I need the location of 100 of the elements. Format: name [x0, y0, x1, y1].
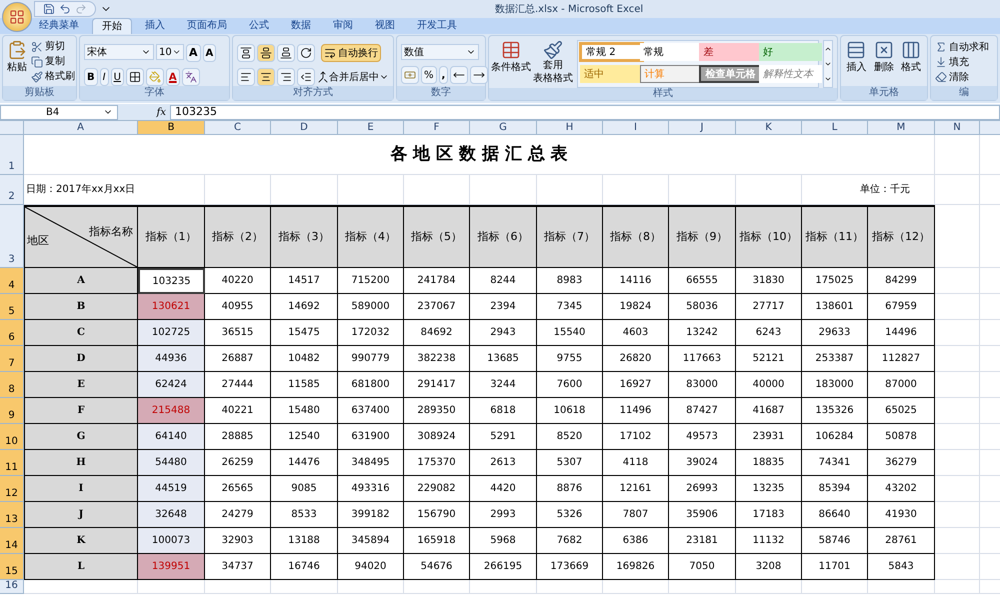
underline-button[interactable]: U — [110, 68, 124, 86]
row-number[interactable]: 10 — [0, 424, 24, 450]
table-cell: 32903 — [205, 528, 271, 554]
row-number[interactable]: 15 — [0, 554, 24, 580]
ribbon-tab[interactable]: 经典菜单 — [30, 18, 88, 34]
column-header[interactable]: D — [271, 121, 338, 135]
border-grid-icon — [128, 71, 141, 83]
decrease-indent-button[interactable] — [297, 68, 316, 86]
row-number[interactable]: 7 — [0, 346, 24, 372]
editing-item[interactable]: 清除 — [934, 70, 989, 84]
align-center-button[interactable] — [257, 68, 276, 86]
ribbon-tab[interactable]: 开始 — [92, 18, 132, 34]
table-cell: 28885 — [205, 424, 271, 450]
font-name-field[interactable]: 宋体 — [84, 44, 154, 60]
align-bottom-button[interactable] — [277, 44, 296, 62]
font-color-button[interactable]: A — [166, 68, 180, 86]
shrink-font-button[interactable]: A — [202, 44, 216, 62]
row-number[interactable]: 12 — [0, 476, 24, 502]
row-number[interactable]: 5 — [0, 294, 24, 320]
ribbon-tab[interactable]: 插入 — [136, 18, 174, 34]
phonetic-button[interactable] — [182, 68, 200, 86]
cell-style-swatch[interactable]: 好 — [759, 43, 822, 61]
cells-button[interactable]: 插入 — [844, 40, 868, 86]
region-cell: H — [24, 450, 138, 476]
ribbon-tab[interactable]: 开发工具 — [408, 18, 466, 34]
grow-font-button[interactable]: A — [186, 44, 201, 62]
font-size-field[interactable]: 10 — [156, 44, 184, 60]
formula-field[interactable]: 103235 — [170, 104, 1000, 120]
increase-decimal-button[interactable] — [450, 66, 468, 84]
save-button[interactable] — [43, 3, 55, 15]
row-number[interactable]: 2 — [0, 175, 24, 205]
undo-button[interactable] — [59, 3, 71, 15]
row-number[interactable]: 9 — [0, 398, 24, 424]
table-format-button[interactable]: 套用 表格格式 — [533, 40, 574, 88]
column-header[interactable]: M — [868, 121, 935, 135]
office-button[interactable] — [2, 2, 32, 32]
column-header[interactable]: A — [24, 121, 138, 135]
region-cell: C — [24, 320, 138, 346]
row-number[interactable]: 4 — [0, 268, 24, 294]
row-number[interactable]: 14 — [0, 528, 24, 554]
cell-style-swatch[interactable]: 解释性文本 — [759, 65, 822, 83]
ribbon-tab[interactable]: 数据 — [282, 18, 320, 34]
cells-button[interactable]: 删除 — [872, 40, 896, 86]
row-number[interactable]: 1 — [0, 135, 24, 175]
cell-style-swatch[interactable]: 常规 2 — [580, 43, 644, 61]
editing-item[interactable]: 自动求和 — [934, 40, 989, 54]
orientation-button[interactable] — [297, 44, 316, 62]
table-cell: 13188 — [271, 528, 338, 554]
comma-button[interactable]: , — [438, 66, 448, 84]
table-cell: 9085 — [271, 476, 338, 502]
ribbon-tab[interactable]: 审阅 — [324, 18, 362, 34]
align-middle-button[interactable] — [257, 44, 276, 62]
merge-center-button[interactable]: 合并后居中 — [317, 68, 390, 86]
align-right-button[interactable] — [277, 68, 296, 86]
column-header[interactable]: G — [470, 121, 537, 135]
row-number[interactable]: 8 — [0, 372, 24, 398]
clipboard-item[interactable]: 复制 — [31, 55, 75, 69]
table-cell: 52121 — [736, 346, 802, 372]
ribbon-tab[interactable]: 视图 — [366, 18, 404, 34]
column-header[interactable]: N — [935, 121, 980, 135]
column-header[interactable]: B — [138, 121, 205, 135]
ribbon-tab[interactable]: 页面布局 — [178, 18, 236, 34]
fx-label[interactable]: fx — [156, 104, 166, 120]
row-number[interactable]: 3 — [0, 205, 24, 268]
border-button[interactable] — [126, 68, 144, 86]
row-number[interactable]: 6 — [0, 320, 24, 346]
paste-button[interactable]: 粘贴 — [7, 40, 27, 86]
column-header[interactable]: K — [736, 121, 802, 135]
column-header[interactable]: H — [537, 121, 603, 135]
name-box[interactable]: B4 — [0, 104, 118, 120]
editing-item[interactable]: 填充 — [934, 55, 989, 69]
fill-color-button[interactable] — [146, 68, 164, 86]
clipboard-item[interactable]: 剪切 — [31, 40, 75, 54]
ribbon-tab[interactable]: 公式 — [240, 18, 278, 34]
decrease-decimal-button[interactable] — [470, 66, 488, 84]
align-top-button[interactable] — [237, 44, 256, 62]
table-cell: 5968 — [470, 528, 537, 554]
insert-rows-icon — [846, 40, 866, 60]
percent-button[interactable]: % — [421, 66, 437, 84]
row-number[interactable]: 13 — [0, 502, 24, 528]
column-header[interactable]: L — [802, 121, 868, 135]
column-header[interactable]: C — [205, 121, 271, 135]
currency-button[interactable] — [401, 66, 420, 84]
row-number[interactable]: 16 — [0, 580, 24, 594]
column-header[interactable]: E — [338, 121, 404, 135]
row-number[interactable]: 11 — [0, 450, 24, 476]
number-format-field[interactable]: 数值 — [401, 44, 480, 60]
table-cell: 2993 — [470, 502, 537, 528]
column-header[interactable]: F — [404, 121, 470, 135]
column-header[interactable]: J — [669, 121, 736, 135]
bold-button[interactable]: B — [84, 68, 98, 86]
column-header[interactable]: I — [603, 121, 669, 135]
wrap-text-button[interactable]: 自动换行 — [321, 44, 382, 62]
table-cell: 11585 — [271, 372, 338, 398]
group-label: 剪贴板 — [24, 88, 54, 98]
italic-button[interactable]: I — [100, 68, 109, 86]
clipboard-item[interactable]: 格式刷 — [31, 70, 75, 84]
cells-button[interactable]: 格式 — [899, 40, 923, 86]
conditional-format-button[interactable]: 条件格式 — [493, 40, 530, 88]
align-left-button[interactable] — [237, 68, 256, 86]
